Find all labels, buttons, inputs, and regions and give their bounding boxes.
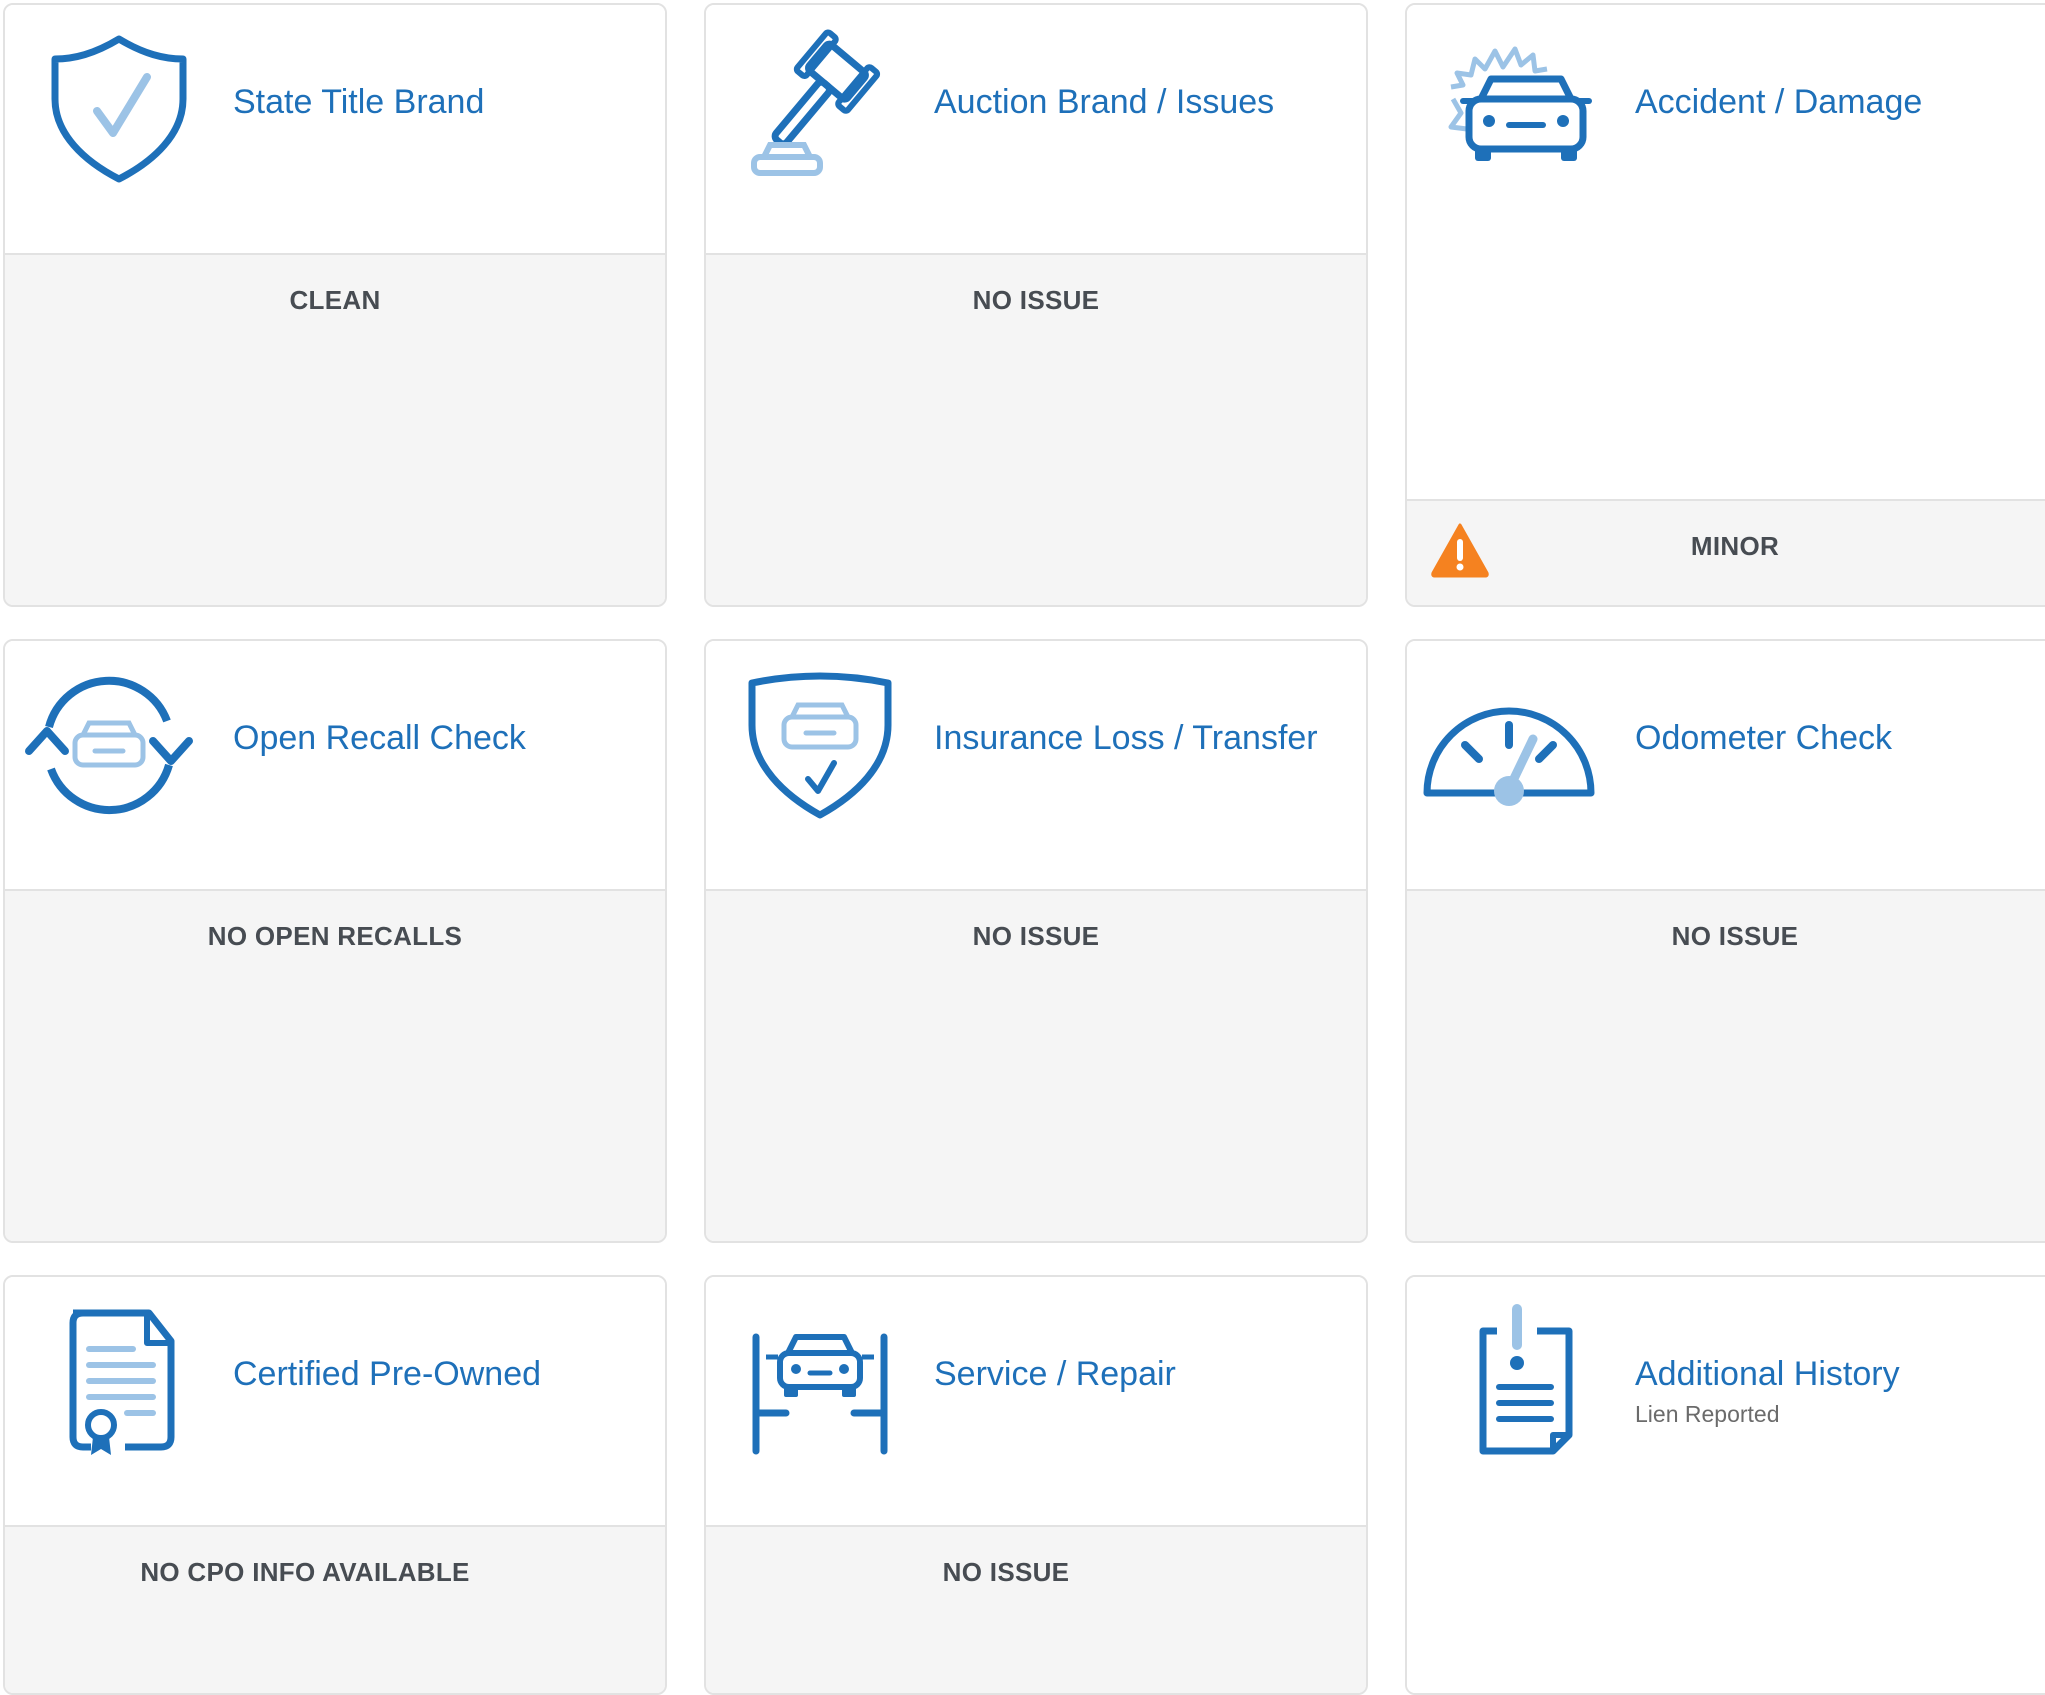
odometer-icon xyxy=(1409,665,1609,825)
card-header: State Title Brand xyxy=(5,5,665,257)
card-open-recall-check[interactable]: Open Recall Check NO OPEN RECALLS xyxy=(3,639,667,1243)
status-text: NO ISSUE xyxy=(972,285,1100,315)
status-text: NO ISSUE xyxy=(972,921,1100,951)
card-status-area: NO ISSUE xyxy=(1407,889,2045,1241)
gavel-icon xyxy=(730,29,910,189)
card-title: Auction Brand / Issues xyxy=(934,83,1275,121)
status-text: CLEAN xyxy=(289,285,381,315)
card-header: Insurance Loss / Transfer xyxy=(706,641,1366,893)
shield-check-icon xyxy=(29,29,209,189)
car-lift-icon xyxy=(730,1301,910,1461)
card-status-area: NO OPEN RECALLS xyxy=(5,889,665,1241)
card-subtitle: Lien Reported xyxy=(1635,1401,1780,1427)
card-status-area: NO ISSUE xyxy=(706,1525,1366,1693)
recall-cycle-icon xyxy=(9,665,209,825)
card-title: Odometer Check xyxy=(1635,719,1892,757)
card-additional-history[interactable]: Additional History Lien Reported xyxy=(1405,1275,2045,1695)
card-auction-brand[interactable]: Auction Brand / Issues NO ISSUE xyxy=(704,3,1368,607)
card-title: Additional History xyxy=(1635,1355,1900,1393)
card-header: Odometer Check xyxy=(1407,641,2045,893)
card-state-title-brand[interactable]: State Title Brand CLEAN xyxy=(3,3,667,607)
card-header: Accident / Damage xyxy=(1407,5,2045,503)
card-header: Service / Repair xyxy=(706,1277,1366,1529)
card-status-area: MINOR xyxy=(1407,499,2045,605)
status-text: NO CPO INFO AVAILABLE xyxy=(140,1557,470,1587)
card-header: Certified Pre-Owned xyxy=(5,1277,665,1529)
card-status-area: NO CPO INFO AVAILABLE xyxy=(5,1525,665,1693)
car-crash-icon xyxy=(1431,29,1611,189)
card-insurance-loss[interactable]: Insurance Loss / Transfer NO ISSUE xyxy=(704,639,1368,1243)
certificate-document-icon xyxy=(29,1301,209,1461)
card-status-area: CLEAN xyxy=(5,253,665,605)
card-header: Additional History Lien Reported xyxy=(1407,1277,2045,1693)
card-status-area: NO ISSUE xyxy=(706,253,1366,605)
status-text: MINOR xyxy=(1690,531,1780,561)
shield-car-icon xyxy=(730,665,910,825)
card-title: Accident / Damage xyxy=(1635,83,1923,121)
clipboard-alert-icon xyxy=(1427,1301,1607,1461)
card-header: Open Recall Check xyxy=(5,641,665,893)
status-text: NO ISSUE xyxy=(1671,921,1799,951)
card-header: Auction Brand / Issues xyxy=(706,5,1366,257)
card-title: Open Recall Check xyxy=(233,719,526,757)
card-status-area: NO ISSUE xyxy=(706,889,1366,1241)
card-title: Service / Repair xyxy=(934,1355,1176,1393)
status-text: NO ISSUE xyxy=(942,1557,1070,1587)
card-odometer-check[interactable]: Odometer Check NO ISSUE xyxy=(1405,639,2045,1243)
card-title: Certified Pre-Owned xyxy=(233,1355,542,1393)
status-text: NO OPEN RECALLS xyxy=(207,921,463,951)
card-certified-pre-owned[interactable]: Certified Pre-Owned NO CPO INFO AVAILABL… xyxy=(3,1275,667,1695)
card-service-repair[interactable]: Service / Repair NO ISSUE xyxy=(704,1275,1368,1695)
card-accident-damage[interactable]: Accident / Damage MINOR xyxy=(1405,3,2045,607)
card-title: State Title Brand xyxy=(233,83,485,121)
card-title: Insurance Loss / Transfer xyxy=(934,719,1318,757)
